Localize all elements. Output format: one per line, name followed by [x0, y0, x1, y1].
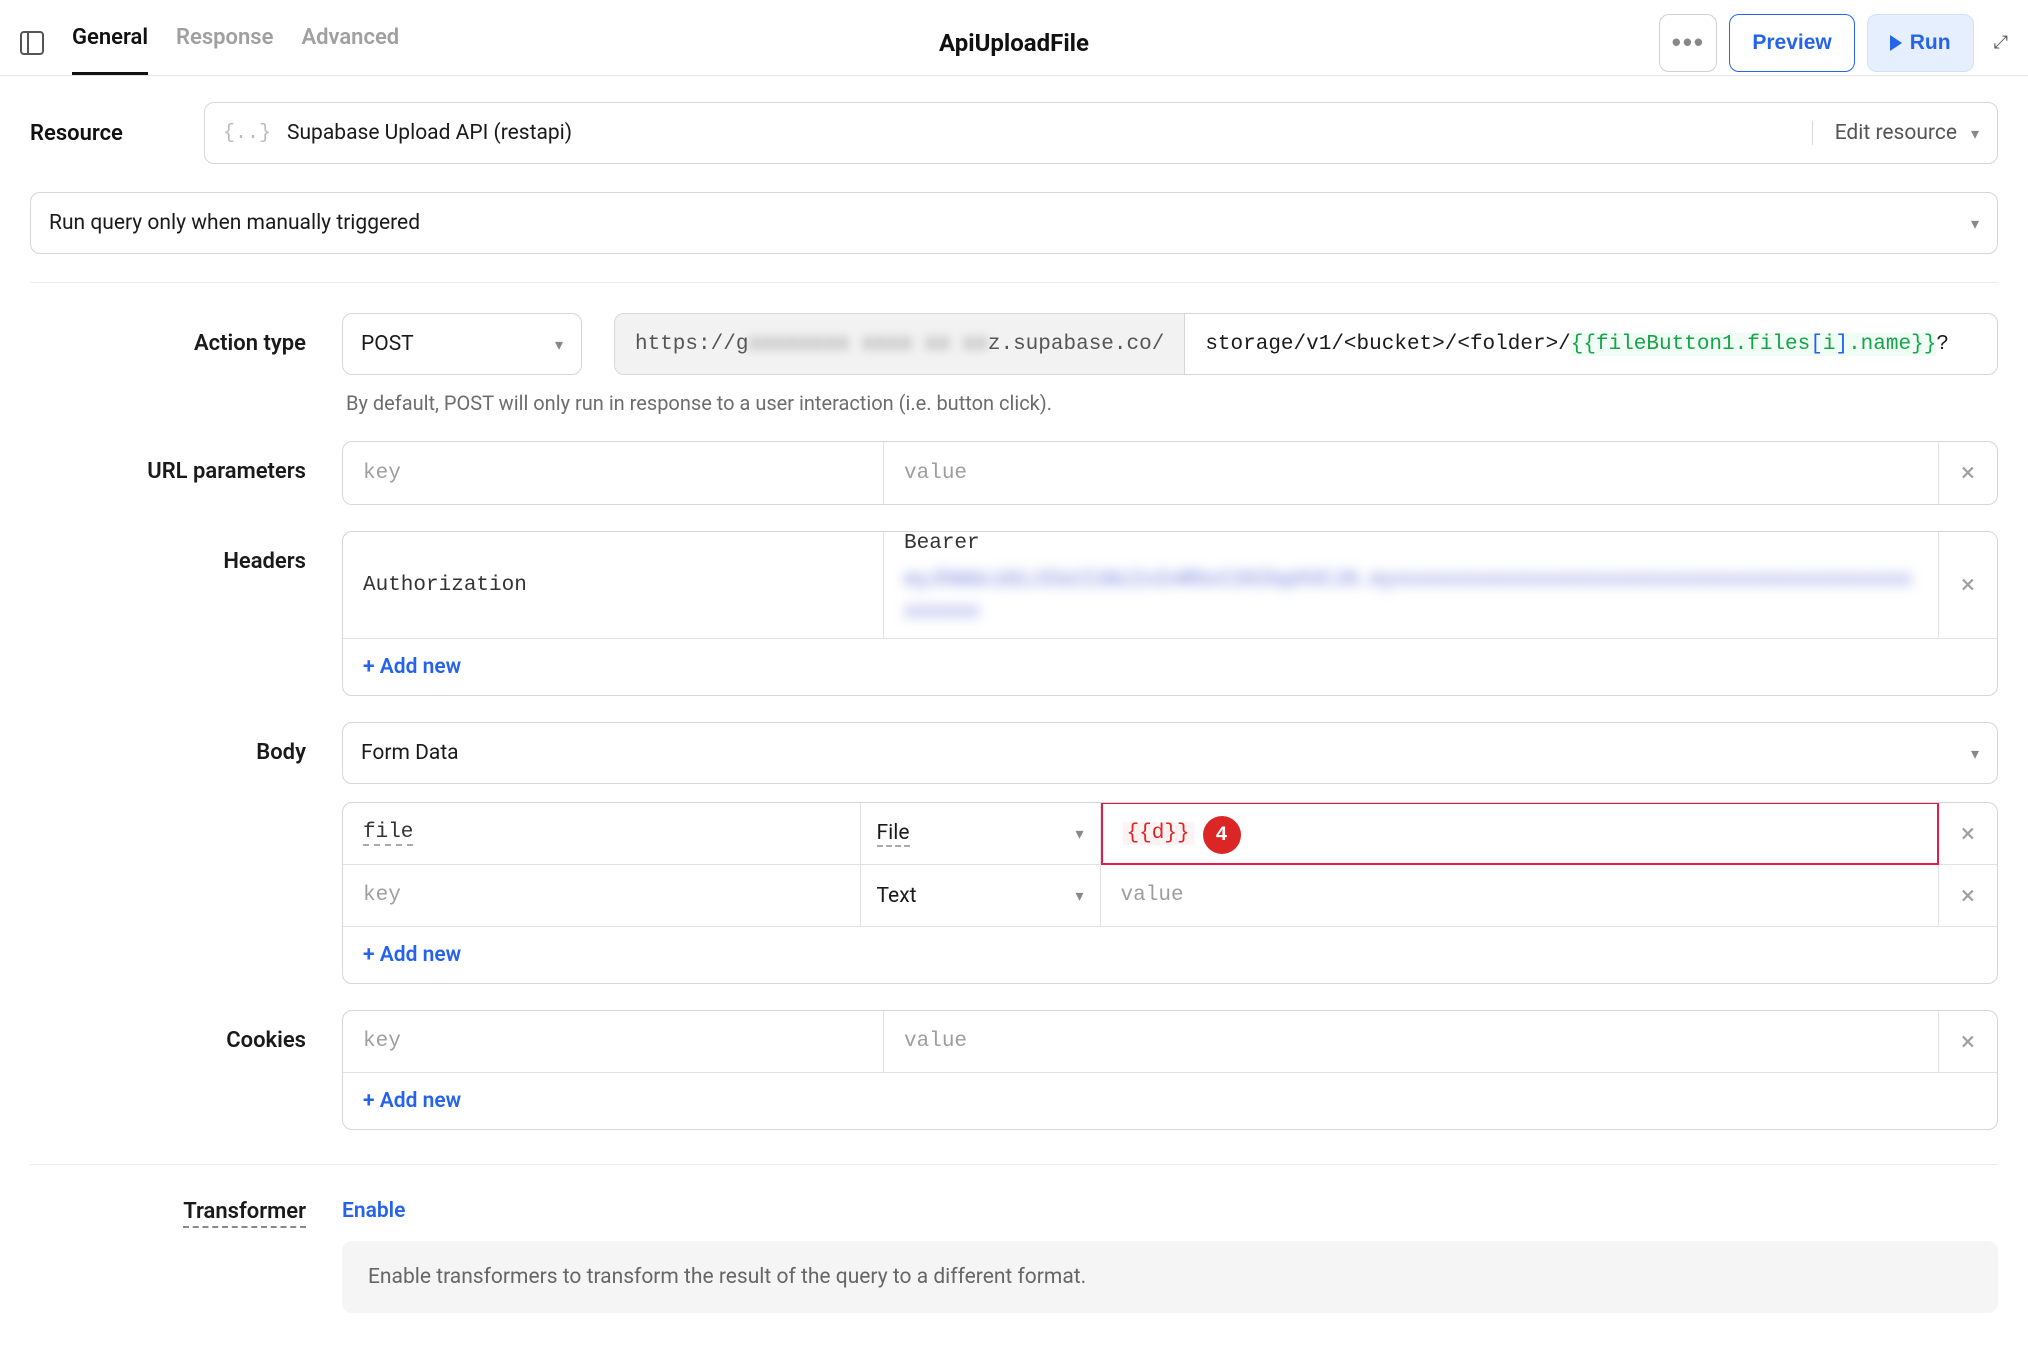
header-value-redacted: eyJhbGciOiJIUzI1NiIsInR5cCI6IkpXVCJ9.eyx…: [904, 555, 1918, 638]
tab-advanced[interactable]: Advanced: [301, 11, 399, 75]
body-type-cell-select[interactable]: Text ▾: [861, 865, 1101, 926]
transformer-label: Transformer: [30, 1199, 320, 1228]
play-icon: [1890, 35, 1902, 51]
add-header-button[interactable]: + Add new: [343, 639, 1997, 695]
query-title: ApiUploadFile: [939, 29, 1089, 57]
chevron-down-icon: ▾: [1971, 744, 1979, 763]
tab-general[interactable]: General: [72, 11, 148, 75]
method-value: POST: [361, 332, 414, 356]
body-value-input[interactable]: {{d}} 4: [1101, 802, 1939, 865]
run-button[interactable]: Run: [1867, 14, 1974, 72]
chevron-down-icon: ▾: [1971, 214, 1979, 233]
url-path-static: storage/v1/<bucket>/<folder>/: [1205, 333, 1570, 356]
cookie-key-input[interactable]: key: [343, 1011, 884, 1072]
delete-row-button[interactable]: ×: [1939, 442, 1997, 504]
method-select[interactable]: POST ▾: [342, 313, 582, 375]
body-type-cell-select[interactable]: File ▾: [861, 803, 1101, 864]
cookies-label: Cookies: [30, 1010, 320, 1053]
edit-resource-label: Edit resource: [1835, 121, 1957, 145]
body-value-token: {{d}}: [1123, 822, 1194, 845]
chevron-down-icon: ▾: [1971, 124, 1979, 143]
delete-row-button[interactable]: ×: [1939, 865, 1997, 926]
headers-block: Authorization Bearer eyJhbGciOiJIUzI1NiI…: [342, 531, 1998, 696]
trigger-select[interactable]: Run query only when manually triggered ▾: [30, 192, 1998, 254]
action-type-label: Action type: [30, 313, 320, 356]
url-path-input[interactable]: storage/v1/<bucket>/<folder>/{{fileButto…: [1185, 314, 1997, 374]
delete-row-button[interactable]: ×: [1939, 532, 1997, 638]
chevron-down-icon: ▾: [1076, 824, 1084, 843]
callout-4: 4: [1203, 816, 1241, 854]
tab-response[interactable]: Response: [176, 11, 273, 75]
url-params-block: key value ×: [342, 441, 1998, 505]
body-type-value: Form Data: [361, 741, 459, 765]
transformer-hint: Enable transformers to transform the res…: [342, 1241, 1998, 1313]
body-label: Body: [30, 722, 320, 765]
panel-toggle-icon[interactable]: [20, 31, 44, 55]
url-input-group: https://gxxxxxxxx xxxx xx xxz.supabase.c…: [614, 313, 1998, 375]
url-base-redacted: xxxxxxxx xxxx xx xx: [748, 333, 987, 356]
topbar: General Response Advanced ApiUploadFile …: [0, 0, 2028, 76]
edit-resource-button[interactable]: Edit resource ▾: [1812, 121, 1979, 145]
resource-select[interactable]: {..} Supabase Upload API (restapi) Edit …: [204, 102, 1998, 164]
dots-icon: •••: [1672, 27, 1705, 58]
body-value-input[interactable]: value: [1101, 865, 1939, 926]
body-type-cell-value: File: [877, 821, 910, 847]
chevron-down-icon: ▾: [555, 335, 563, 354]
body-key-input[interactable]: key: [343, 865, 861, 926]
expand-icon[interactable]: ⤢: [1994, 32, 2008, 53]
add-body-row-button[interactable]: + Add new: [343, 927, 1997, 983]
url-params-label: URL parameters: [30, 441, 320, 484]
chevron-down-icon: ▾: [1076, 886, 1084, 905]
trigger-label: Run query only when manually triggered: [49, 211, 420, 235]
resource-label: Resource: [30, 121, 180, 146]
cookies-block: key value × + Add new: [342, 1010, 1998, 1130]
resource-name: Supabase Upload API (restapi): [287, 121, 572, 145]
add-cookie-button[interactable]: + Add new: [343, 1073, 1997, 1129]
cookie-value-input[interactable]: value: [884, 1011, 1939, 1072]
action-hint: By default, POST will only run in respon…: [342, 385, 1998, 415]
param-key-input[interactable]: key: [343, 442, 884, 504]
body-key-input[interactable]: file: [343, 803, 861, 864]
more-options-button[interactable]: •••: [1659, 14, 1717, 72]
braces-icon: {..}: [223, 122, 271, 145]
url-base-right: z.supabase.co/: [988, 333, 1164, 356]
enable-transformer-link[interactable]: Enable: [342, 1199, 405, 1223]
body-type-select[interactable]: Form Data ▾: [342, 722, 1998, 784]
delete-row-button[interactable]: ×: [1939, 803, 1997, 864]
run-label: Run: [1910, 31, 1951, 55]
url-base-left: https://g: [635, 333, 748, 356]
header-value-prefix: Bearer: [904, 532, 980, 555]
preview-button[interactable]: Preview: [1729, 14, 1854, 72]
url-base-addon: https://gxxxxxxxx xxxx xx xxz.supabase.c…: [615, 314, 1185, 374]
header-key-input[interactable]: Authorization: [343, 532, 884, 638]
body-type-cell-value: Text: [877, 884, 917, 908]
body-block: file File ▾ {{d}} 4 × key Text ▾: [342, 802, 1998, 984]
editor-tabs: General Response Advanced: [72, 11, 399, 75]
headers-label: Headers: [30, 531, 320, 574]
delete-row-button[interactable]: ×: [1939, 1011, 1997, 1072]
param-value-input[interactable]: value: [884, 442, 1939, 504]
header-value-input[interactable]: Bearer eyJhbGciOiJIUzI1NiIsInR5cCI6IkpXV…: [884, 532, 1939, 638]
